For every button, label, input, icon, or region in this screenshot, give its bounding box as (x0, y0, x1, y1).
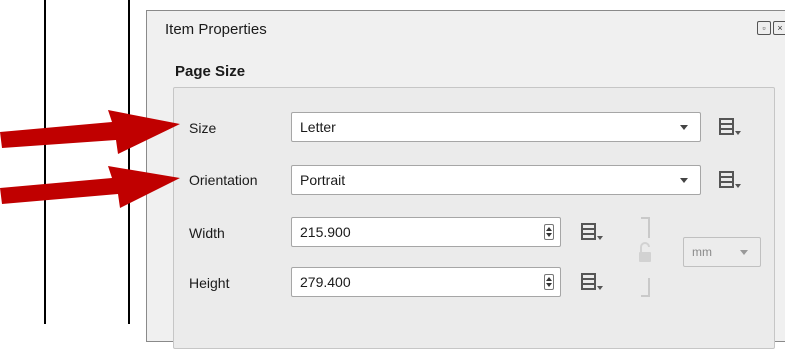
panel-title-buttons: ▫ × (757, 21, 785, 35)
data-defined-override-icon[interactable] (579, 271, 605, 293)
chevron-down-icon (680, 178, 688, 183)
float-icon[interactable]: ▫ (757, 21, 771, 35)
orientation-label: Orientation (189, 172, 258, 188)
height-spinbox[interactable]: 279.400 (291, 267, 561, 297)
data-defined-override-icon[interactable] (717, 169, 743, 191)
data-defined-override-icon[interactable] (579, 221, 605, 243)
height-label: Height (189, 275, 230, 291)
spin-arrows-icon[interactable] (544, 274, 554, 290)
width-spinbox[interactable]: 215.900 (291, 217, 561, 247)
width-label: Width (189, 225, 225, 241)
units-combobox[interactable]: mm (683, 237, 761, 267)
item-properties-panel: Item Properties ▫ × Page Size Size Lette… (146, 10, 785, 349)
lock-ratio-icon[interactable] (635, 216, 657, 298)
data-defined-override-icon[interactable] (717, 116, 743, 138)
chevron-down-icon (680, 125, 688, 130)
panel-title: Item Properties (165, 21, 267, 38)
section-page-size: Page Size (175, 63, 246, 80)
size-value: Letter (300, 119, 336, 135)
chevron-down-icon (740, 250, 748, 255)
spin-arrows-icon[interactable] (544, 224, 554, 240)
red-arrow-icon (0, 110, 180, 154)
red-arrow-icon (0, 166, 180, 208)
height-value: 279.400 (300, 274, 351, 290)
units-value: mm (692, 245, 712, 259)
size-combobox[interactable]: Letter (291, 112, 701, 142)
size-label: Size (189, 120, 217, 136)
orientation-combobox[interactable]: Portrait (291, 165, 701, 195)
width-value: 215.900 (300, 224, 351, 240)
close-icon[interactable]: × (773, 21, 785, 35)
orientation-value: Portrait (300, 172, 346, 188)
